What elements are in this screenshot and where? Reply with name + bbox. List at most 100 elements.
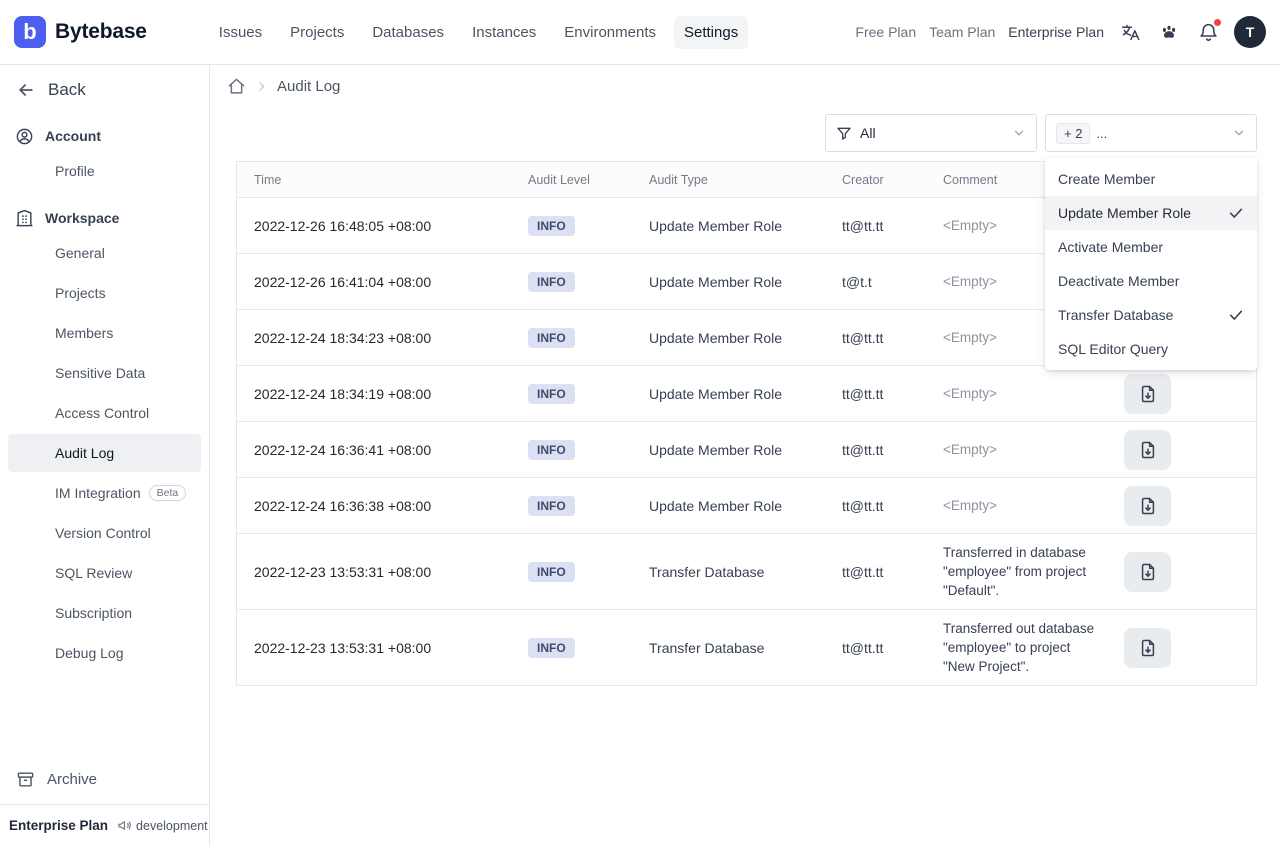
archive-button[interactable]: Archive xyxy=(0,758,209,800)
sidebar-item-access-control[interactable]: Access Control xyxy=(8,394,201,432)
table-row: 2022-12-23 13:53:31 +08:00 INFO Transfer… xyxy=(237,609,1256,685)
free-plan-link[interactable]: Free Plan xyxy=(855,24,916,40)
workspace-section-header: Workspace xyxy=(0,203,209,233)
sidebar-item-sensitive-data[interactable]: Sensitive Data xyxy=(8,354,201,392)
notification-bell-icon[interactable] xyxy=(1195,18,1222,45)
row-level: INFO xyxy=(528,327,649,348)
row-creator: tt@tt.tt xyxy=(842,329,884,346)
table-row: 2022-12-23 13:53:31 +08:00 INFO Transfer… xyxy=(237,533,1256,609)
menu-item-transfer-database[interactable]: Transfer Database xyxy=(1045,298,1257,332)
nav-item-issues[interactable]: Issues xyxy=(209,16,272,49)
row-creator: tt@tt.tt xyxy=(842,563,884,580)
sidebar-item-label: Members xyxy=(55,325,114,341)
audit-type-select[interactable]: + 2 ... xyxy=(1045,114,1257,152)
sidebar-item-general[interactable]: General xyxy=(8,234,201,272)
row-audit-type: Update Member Role xyxy=(649,385,783,402)
audit-level-badge: INFO xyxy=(528,383,575,404)
sidebar-item-im-integration[interactable]: IM Integration Beta xyxy=(8,474,201,512)
sidebar-item-subscription[interactable]: Subscription xyxy=(8,594,201,632)
nav-item-settings[interactable]: Settings xyxy=(674,15,749,49)
sidebar-item-audit-log[interactable]: Audit Log xyxy=(8,434,201,472)
menu-item-update-member-role[interactable]: Update Member Role xyxy=(1045,196,1257,230)
row-time: 2022-12-24 16:36:38 +08:00 xyxy=(254,497,432,514)
export-log-entry-button[interactable] xyxy=(1124,373,1171,414)
row-creator: tt@tt.tt xyxy=(842,441,884,458)
beta-badge: Beta xyxy=(148,485,187,501)
sidebar-footer: Enterprise Plan development xyxy=(0,804,209,846)
topnav-right: Free Plan Team Plan Enterprise Plan T xyxy=(855,16,1266,48)
menu-item-label: Create Member xyxy=(1058,171,1156,187)
column-header-time: Time xyxy=(254,172,282,187)
funnel-icon xyxy=(836,125,852,141)
environment-banner: development xyxy=(117,818,208,833)
chevron-down-icon xyxy=(1232,126,1246,140)
export-log-entry-button[interactable] xyxy=(1124,627,1171,668)
column-header-creator: Creator xyxy=(842,172,884,187)
row-time: 2022-12-26 16:41:04 +08:00 xyxy=(254,273,432,290)
translate-icon[interactable] xyxy=(1117,19,1143,45)
export-log-entry-button[interactable] xyxy=(1124,429,1171,470)
main-content: Audit Log All + 2 ... Create Member Upda… xyxy=(211,65,1280,846)
menu-item-create-member[interactable]: Create Member xyxy=(1045,162,1257,196)
table-row: 2022-12-24 16:36:38 +08:00 INFO Update M… xyxy=(237,477,1256,533)
sidebar-item-version-control[interactable]: Version Control xyxy=(8,514,201,552)
sidebar-item-label: General xyxy=(55,245,105,261)
row-action xyxy=(1111,551,1256,592)
row-time: 2022-12-24 16:36:41 +08:00 xyxy=(254,441,432,458)
row-time: 2022-12-24 18:34:23 +08:00 xyxy=(254,329,432,346)
row-comment: <Empty> xyxy=(943,498,998,513)
home-icon[interactable] xyxy=(227,77,246,96)
settings-sidebar: Back Account Profile Workspace General P… xyxy=(0,65,210,846)
breadcrumb-current: Audit Log xyxy=(277,78,341,95)
paw-icon[interactable] xyxy=(1156,19,1182,45)
row-action xyxy=(1111,627,1256,668)
sidebar-item-projects[interactable]: Projects xyxy=(8,274,201,312)
current-plan-label: Enterprise Plan xyxy=(9,818,109,833)
audit-level-select[interactable]: All xyxy=(825,114,1037,152)
row-action xyxy=(1111,485,1256,526)
archive-label: Archive xyxy=(47,770,98,788)
back-button[interactable]: Back xyxy=(0,71,209,109)
nav-item-projects[interactable]: Projects xyxy=(280,16,354,49)
sidebar-item-members[interactable]: Members xyxy=(8,314,201,352)
menu-item-label: Activate Member xyxy=(1058,239,1164,255)
main-nav: Issues Projects Databases Instances Envi… xyxy=(209,15,749,49)
check-icon xyxy=(1228,205,1244,221)
row-level: INFO xyxy=(528,637,649,658)
nav-item-environments[interactable]: Environments xyxy=(554,16,666,49)
export-log-entry-button[interactable] xyxy=(1124,485,1171,526)
nav-item-databases[interactable]: Databases xyxy=(362,16,454,49)
row-audit-type: Update Member Role xyxy=(649,217,783,234)
sidebar-item-sql-review[interactable]: SQL Review xyxy=(8,554,201,592)
bytebase-logo[interactable]: b Bytebase xyxy=(14,16,147,48)
row-time: 2022-12-23 13:53:31 +08:00 xyxy=(254,563,432,580)
audit-level-badge: INFO xyxy=(528,637,575,658)
export-log-entry-button[interactable] xyxy=(1124,551,1171,592)
row-creator: tt@tt.tt xyxy=(842,639,884,656)
nav-item-instances[interactable]: Instances xyxy=(462,16,546,49)
team-plan-link[interactable]: Team Plan xyxy=(929,24,995,40)
bytebase-logo-text: Bytebase xyxy=(55,20,147,43)
menu-item-deactivate-member[interactable]: Deactivate Member xyxy=(1045,264,1257,298)
row-creator: tt@tt.tt xyxy=(842,217,884,234)
account-section-title: Account xyxy=(45,128,101,144)
sidebar-item-profile[interactable]: Profile xyxy=(8,152,201,190)
row-comment: <Empty> xyxy=(943,386,998,401)
sidebar-item-debug-log[interactable]: Debug Log xyxy=(8,634,201,672)
row-level: INFO xyxy=(528,215,649,236)
environment-label: development xyxy=(136,818,208,833)
account-section-header: Account xyxy=(0,121,209,151)
row-level: INFO xyxy=(528,383,649,404)
row-creator: tt@tt.tt xyxy=(842,497,884,514)
sidebar-item-label: Sensitive Data xyxy=(55,365,146,381)
back-label: Back xyxy=(48,80,86,99)
menu-item-activate-member[interactable]: Activate Member xyxy=(1045,230,1257,264)
menu-item-sql-editor-query[interactable]: SQL Editor Query xyxy=(1045,332,1257,366)
row-level: INFO xyxy=(528,439,649,460)
sidebar-item-label: Subscription xyxy=(55,605,133,621)
user-avatar[interactable]: T xyxy=(1234,16,1266,48)
row-time: 2022-12-23 13:53:31 +08:00 xyxy=(254,639,432,656)
check-icon xyxy=(1228,307,1244,323)
enterprise-plan-link[interactable]: Enterprise Plan xyxy=(1008,24,1104,40)
row-creator: t@t.t xyxy=(842,273,872,290)
